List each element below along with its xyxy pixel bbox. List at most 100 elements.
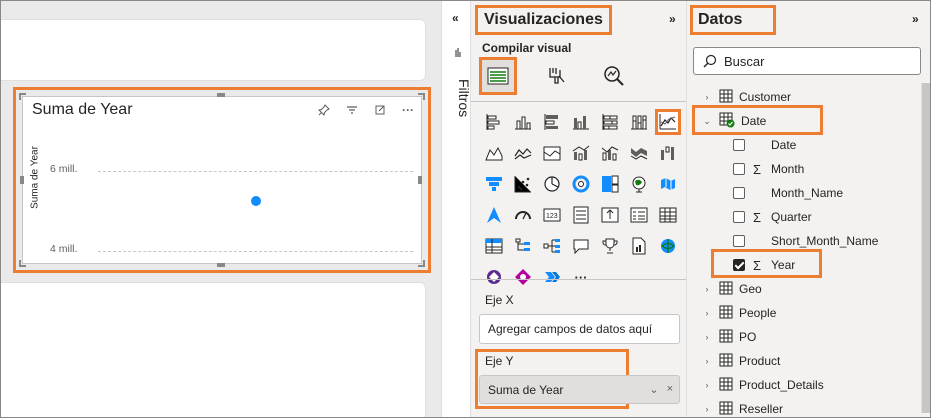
search-input[interactable] xyxy=(724,52,914,70)
field-checkbox[interactable] xyxy=(733,187,745,199)
waterfall-chart-icon[interactable] xyxy=(655,140,681,166)
line-and-stacked-column-alt-icon[interactable] xyxy=(597,140,623,166)
resize-handle[interactable] xyxy=(19,93,26,100)
stacked-area-chart-icon[interactable] xyxy=(510,140,536,166)
power-apps-icon[interactable] xyxy=(655,233,681,259)
more-options-icon[interactable]: ··· xyxy=(401,103,415,117)
expand-chevron-icon[interactable]: › xyxy=(701,284,713,294)
data-point[interactable] xyxy=(250,196,261,206)
r-script-visual-icon[interactable] xyxy=(510,233,536,259)
y-axis-field-pill[interactable]: Suma de Year ⌄ × xyxy=(479,375,680,404)
qna-icon[interactable] xyxy=(568,233,594,259)
field-checkbox[interactable] xyxy=(733,139,745,151)
resize-handle[interactable] xyxy=(20,176,24,184)
table-item-people[interactable]: › People xyxy=(701,301,776,325)
field-item-date[interactable]: Date xyxy=(733,133,796,157)
table-item-geo[interactable]: › Geo xyxy=(701,277,762,301)
field-item-month-name[interactable]: Month_Name xyxy=(733,181,843,205)
table-item-product[interactable]: › Product xyxy=(701,349,780,373)
field-checkbox-checked[interactable] xyxy=(733,259,745,271)
table-item-product-details[interactable]: › Product_Details xyxy=(701,373,824,397)
resize-handle[interactable] xyxy=(418,260,425,267)
line-and-stacked-column-icon[interactable] xyxy=(539,140,565,166)
format-visual-tab[interactable] xyxy=(537,57,575,95)
stacked-column-chart-icon[interactable] xyxy=(510,109,536,135)
kpi-icon[interactable] xyxy=(597,202,623,228)
filled-map-icon[interactable] xyxy=(655,171,681,197)
decomposition-tree-icon[interactable] xyxy=(539,233,565,259)
table-icon[interactable] xyxy=(655,202,681,228)
table-icon xyxy=(719,377,733,394)
funnel-chart-icon[interactable] xyxy=(481,171,507,197)
line-chart-icon[interactable] xyxy=(655,109,681,135)
card-icon[interactable]: 123 xyxy=(539,202,565,228)
scatter-chart-icon[interactable] xyxy=(510,171,536,197)
report-canvas[interactable]: Suma de Year ··· Suma de Year 6 mill. 4 … xyxy=(1,1,441,417)
data-search-box[interactable] xyxy=(693,47,921,75)
map-icon[interactable] xyxy=(626,171,652,197)
power-automate-icon[interactable] xyxy=(510,264,536,290)
remove-field-icon[interactable]: × xyxy=(667,383,673,396)
slicer-icon[interactable] xyxy=(626,202,652,228)
stacked-bar-chart-icon[interactable] xyxy=(481,109,507,135)
field-item-quarter[interactable]: Σ Quarter xyxy=(733,205,812,229)
area-chart-icon[interactable] xyxy=(481,140,507,166)
table-item-reseller[interactable]: › Reseller xyxy=(701,397,783,417)
collapse-visualizations-button[interactable]: » xyxy=(669,12,676,26)
expand-chevron-icon[interactable]: › xyxy=(701,404,713,414)
treemap-icon[interactable] xyxy=(597,171,623,197)
collapse-chevron-icon[interactable]: ⌄ xyxy=(701,116,713,127)
expand-chevron-icon[interactable]: › xyxy=(701,332,713,342)
collapse-data-pane-button[interactable]: » xyxy=(912,12,919,26)
table-item-date[interactable]: ⌄ Date xyxy=(701,109,766,133)
pin-icon[interactable] xyxy=(317,103,331,117)
gauge-icon[interactable] xyxy=(510,202,536,228)
expand-chevron-icon[interactable]: › xyxy=(701,308,713,318)
canvas-card-top[interactable] xyxy=(1,19,426,81)
x-axis-drop-zone[interactable]: Agregar campos de datos aquí xyxy=(479,314,680,344)
line-chart-visual[interactable]: Suma de Year ··· Suma de Year 6 mill. 4 … xyxy=(22,96,422,264)
smart-narrative-icon[interactable] xyxy=(539,264,565,290)
resize-handle[interactable] xyxy=(217,263,225,267)
filters-label[interactable]: Filtros xyxy=(442,79,472,117)
expand-chevron-icon[interactable]: › xyxy=(701,92,713,102)
expand-chevron-icon[interactable]: › xyxy=(701,356,713,366)
clustered-column-chart-icon[interactable] xyxy=(568,109,594,135)
resize-handle[interactable] xyxy=(217,93,225,97)
focus-mode-icon[interactable] xyxy=(373,103,387,117)
line-and-clustered-column-icon[interactable] xyxy=(568,140,594,166)
clustered-bar-chart-icon[interactable] xyxy=(539,109,565,135)
field-item-year[interactable]: Σ Year xyxy=(733,253,795,277)
scrollbar[interactable] xyxy=(921,83,930,413)
resize-handle[interactable] xyxy=(418,176,422,184)
get-more-visuals-icon[interactable]: ··· xyxy=(568,264,594,290)
scrollbar-thumb[interactable] xyxy=(922,83,930,413)
field-item-month[interactable]: Σ Month xyxy=(733,157,804,181)
resize-handle[interactable] xyxy=(418,93,425,100)
key-influencers-icon[interactable] xyxy=(597,233,623,259)
paginated-report-icon[interactable] xyxy=(626,233,652,259)
donut-chart-icon[interactable] xyxy=(568,171,594,197)
multi-row-card-icon[interactable] xyxy=(568,202,594,228)
100-stacked-column-chart-icon[interactable] xyxy=(626,109,652,135)
field-checkbox[interactable] xyxy=(733,235,745,247)
canvas-card-bottom[interactable] xyxy=(1,282,426,417)
pill-actions: ⌄ × xyxy=(649,383,673,396)
build-visual-tab[interactable] xyxy=(479,57,517,95)
ribbon-chart-icon[interactable] xyxy=(626,140,652,166)
filter-icon[interactable] xyxy=(345,103,359,117)
azure-map-icon[interactable] xyxy=(481,202,507,228)
resize-handle[interactable] xyxy=(19,260,26,267)
expand-filters-button[interactable]: « xyxy=(452,11,459,25)
filters-pane-collapsed[interactable]: « Filtros xyxy=(441,1,472,417)
chevron-down-icon[interactable]: ⌄ xyxy=(649,383,658,396)
field-checkbox[interactable] xyxy=(733,163,745,175)
expand-chevron-icon[interactable]: › xyxy=(701,380,713,390)
table-item-po[interactable]: › PO xyxy=(701,325,756,349)
field-checkbox[interactable] xyxy=(733,211,745,223)
matrix-icon[interactable] xyxy=(481,233,507,259)
100-stacked-bar-chart-icon[interactable] xyxy=(597,109,623,135)
arcgis-map-icon[interactable] xyxy=(481,264,507,290)
pie-chart-icon[interactable] xyxy=(539,171,565,197)
analytics-tab[interactable] xyxy=(595,57,633,95)
